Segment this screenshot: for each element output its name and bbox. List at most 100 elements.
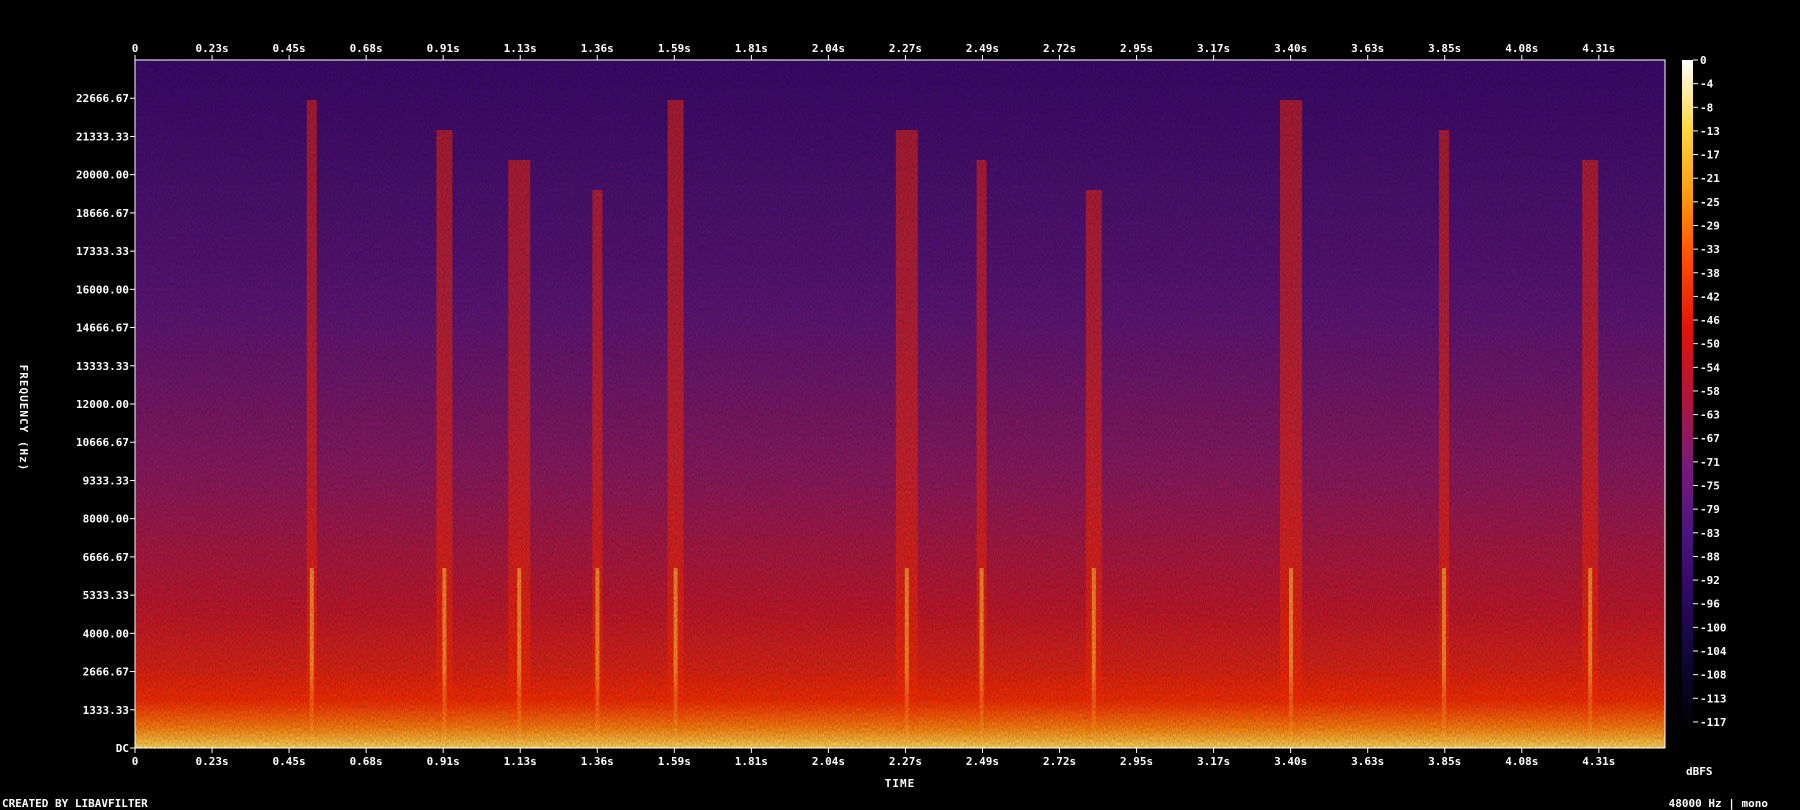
y-tick-label: 6666.67 xyxy=(83,551,129,564)
colorbar-tick-label: -63 xyxy=(1700,409,1720,422)
x-tick-top-label: 0.45s xyxy=(273,42,306,55)
colorbar-tick-label: -71 xyxy=(1700,456,1720,469)
colorbar-tick-label: -92 xyxy=(1700,574,1720,587)
x-tick-bottom-label: 2.95s xyxy=(1120,755,1153,768)
colorbar-tick-label: -4 xyxy=(1700,78,1714,91)
y-tick-label: DC xyxy=(116,742,129,755)
x-axis-title: TIME xyxy=(885,777,916,790)
y-tick-label: 13333.33 xyxy=(76,360,129,373)
x-tick-top-label: 3.63s xyxy=(1351,42,1384,55)
x-tick-bottom-label: 0.68s xyxy=(350,755,383,768)
colorbar-tick-label: -38 xyxy=(1700,267,1720,280)
x-tick-bottom-label: 2.72s xyxy=(1043,755,1076,768)
colorbar-tick-label: -17 xyxy=(1700,149,1720,162)
x-tick-top-label: 3.40s xyxy=(1274,42,1307,55)
y-tick-label: 12000.00 xyxy=(76,398,129,411)
x-tick-bottom-label: 3.40s xyxy=(1274,755,1307,768)
footer-credit: CREATED BY LIBAVFILTER xyxy=(2,797,148,810)
x-tick-bottom-label: 2.04s xyxy=(812,755,845,768)
x-tick-bottom-label: 3.63s xyxy=(1351,755,1384,768)
footer-info: 48000 Hz | mono xyxy=(1669,797,1769,810)
y-tick-label: 14666.67 xyxy=(76,322,129,335)
y-tick-label: 22666.67 xyxy=(76,92,129,105)
y-tick-label: 1333.33 xyxy=(83,704,129,717)
y-tick-label: 17333.33 xyxy=(76,245,129,258)
colorbar-tick-label: -83 xyxy=(1700,527,1720,540)
x-tick-top-label: 1.59s xyxy=(658,42,691,55)
x-tick-top-label: 0 xyxy=(132,42,139,55)
x-tick-bottom-label: 0 xyxy=(132,755,139,768)
y-tick-label: 5333.33 xyxy=(83,589,129,602)
x-tick-bottom-label: 4.31s xyxy=(1582,755,1615,768)
colorbar-gradient xyxy=(1682,60,1693,732)
x-axis-top: 0 0.23s 0.45s 0.68s 0.91s 1.13s 1.36s 1.59s 1.81… xyxy=(132,42,1615,60)
x-tick-top-label: 0.91s xyxy=(427,42,460,55)
x-tick-top-label: 4.08s xyxy=(1505,42,1538,55)
colorbar-tick-label: -75 xyxy=(1700,480,1720,493)
spectrogram-plot-area xyxy=(134,59,1666,749)
x-tick-bottom-label: 1.36s xyxy=(581,755,614,768)
colorbar-tick-label: -21 xyxy=(1700,172,1720,185)
x-tick-bottom-label: 1.81s xyxy=(735,755,768,768)
noise-texture xyxy=(135,60,1665,748)
x-tick-bottom-label: 1.59s xyxy=(658,755,691,768)
colorbar-tick-label: -79 xyxy=(1700,503,1720,516)
colorbar-tick-label: -42 xyxy=(1700,290,1720,303)
y-tick-label: 8000.00 xyxy=(83,513,129,526)
colorbar-tick-label: -58 xyxy=(1700,385,1720,398)
colorbar-tick-label: -104 xyxy=(1700,645,1727,658)
colorbar-tick-label: -96 xyxy=(1700,598,1720,611)
y-tick-label: 4000.00 xyxy=(83,627,129,640)
x-tick-top-label: 3.85s xyxy=(1428,42,1461,55)
y-axis-title: FREQUENCY (Hz) xyxy=(17,365,30,472)
colorbar-tick-label: -117 xyxy=(1700,716,1727,729)
colorbar-tick-label: -25 xyxy=(1700,196,1720,209)
colorbar-tick-label: -46 xyxy=(1700,314,1720,327)
y-tick-label: 10666.67 xyxy=(76,436,129,449)
y-tick-label: 18666.67 xyxy=(76,207,129,220)
y-tick-label: 9333.33 xyxy=(83,474,129,487)
x-tick-bottom-label: 0.45s xyxy=(273,755,306,768)
colorbar-tick-label: -108 xyxy=(1700,669,1727,682)
x-tick-top-label: 2.72s xyxy=(1043,42,1076,55)
colorbar-tick-label: -88 xyxy=(1700,550,1720,563)
spectrogram-chart: 0 0.23s 0.45s 0.68s 0.91s 1.13s 1.36s 1.59s 1.81… xyxy=(2,42,1769,810)
colorbar-tick-label: -113 xyxy=(1700,692,1727,705)
colorbar-label: dBFS xyxy=(1686,765,1713,778)
colorbar-tick-label: -13 xyxy=(1700,125,1720,138)
x-tick-bottom-label: 0.23s xyxy=(195,755,228,768)
colorbar: 0 -4 -8 -13 -17 -21 -25 -29 -33 -38 -42 -46 -50 -54 -5… xyxy=(1682,54,1727,778)
x-tick-top-label: 1.81s xyxy=(735,42,768,55)
colorbar-tick-label: -33 xyxy=(1700,243,1720,256)
colorbar-tick-label: -29 xyxy=(1700,219,1720,232)
x-tick-top-label: 2.04s xyxy=(812,42,845,55)
x-tick-top-label: 2.49s xyxy=(966,42,999,55)
x-tick-top-label: 3.17s xyxy=(1197,42,1230,55)
x-axis-bottom: 0 0.23s 0.45s 0.68s 0.91s 1.13s 1.36s 1.59s 1.81… xyxy=(132,748,1615,768)
y-axis: DC 1333.33 2666.67 4000.00 5333.33 6666.67 800… xyxy=(76,92,135,755)
x-tick-top-label: 0.23s xyxy=(195,42,228,55)
x-tick-bottom-label: 1.13s xyxy=(504,755,537,768)
x-tick-top-label: 4.31s xyxy=(1582,42,1615,55)
x-tick-bottom-label: 4.08s xyxy=(1505,755,1538,768)
colorbar-tick-label: -67 xyxy=(1700,432,1720,445)
y-tick-label: 2666.67 xyxy=(83,666,129,679)
x-tick-bottom-label: 0.91s xyxy=(427,755,460,768)
colorbar-tick-label: -100 xyxy=(1700,621,1727,634)
colorbar-ticks: 0 -4 -8 -13 -17 -21 -25 -29 -33 -38 -42 -46 -50 -54 -5… xyxy=(1693,54,1727,729)
x-tick-bottom-label: 3.85s xyxy=(1428,755,1461,768)
colorbar-tick-label: -54 xyxy=(1700,361,1720,374)
x-tick-top-label: 2.27s xyxy=(889,42,922,55)
x-tick-top-label: 1.13s xyxy=(504,42,537,55)
colorbar-tick-label: -8 xyxy=(1700,101,1713,114)
x-tick-top-label: 1.36s xyxy=(581,42,614,55)
y-tick-label: 16000.00 xyxy=(76,283,129,296)
y-tick-label: 21333.33 xyxy=(76,130,129,143)
x-tick-top-label: 0.68s xyxy=(350,42,383,55)
x-tick-bottom-label: 2.27s xyxy=(889,755,922,768)
x-tick-bottom-label: 3.17s xyxy=(1197,755,1230,768)
x-tick-bottom-label: 2.49s xyxy=(966,755,999,768)
colorbar-tick-label: 0 xyxy=(1700,54,1707,67)
x-tick-top-label: 2.95s xyxy=(1120,42,1153,55)
colorbar-tick-label: -50 xyxy=(1700,338,1720,351)
